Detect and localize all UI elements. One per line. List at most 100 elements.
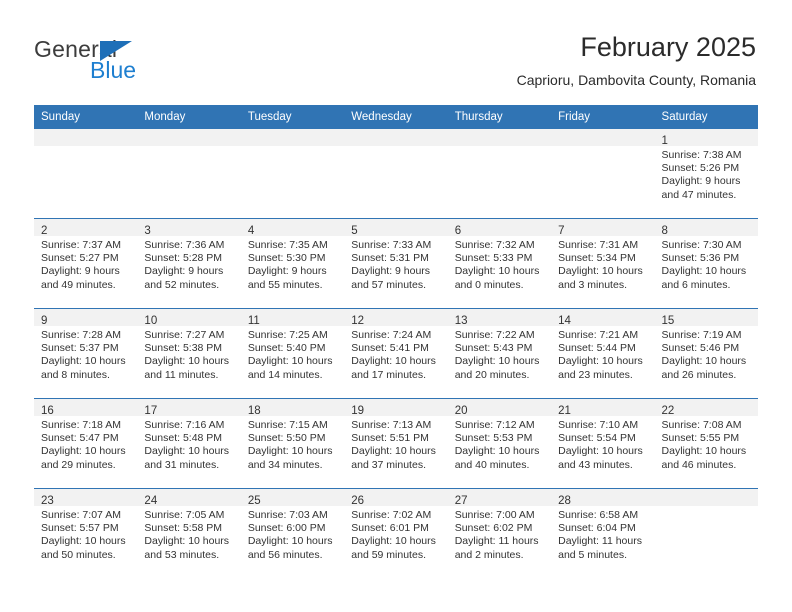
calendar-day-cell[interactable]: 3 Sunrise: 7:36 AM Sunset: 5:28 PM Daylight… [137,218,241,309]
day-cell-inner: 17 Sunrise: 7:16 AM Sunset: 5:48 PM Dayligh… [137,399,241,488]
calendar-day-cell[interactable]: 15 Sunrise: 7:19 AM Sunset: 5:46 PM Dayligh… [654,308,758,399]
daylight-text: Daylight: 10 hours and 23 minutes. [558,355,643,381]
daylight-text: Daylight: 10 hours and 29 minutes. [41,445,126,471]
calendar-day-cell[interactable]: 26 Sunrise: 7:02 AM Sunset: 6:01 PM Dayligh… [344,488,448,578]
day-number-band [551,129,655,146]
sunset-text: Sunset: 5:48 PM [144,432,223,445]
sunrise-text: Sunrise: 7:22 AM [454,329,535,341]
sunset-text: Sunset: 6:04 PM [558,522,636,535]
day-number-band: 14 [551,309,655,327]
day-details: Sunrise: 7:16 AM Sunset: 5:48 PM Daylight:… [137,416,240,472]
daylight-text: Daylight: 11 hours and 2 minutes. [454,535,539,561]
general-blue-logo[interactable]: General Blue [34,36,274,92]
calendar-day-cell[interactable]: 4 Sunrise: 7:35 AM Sunset: 5:30 PM Daylight… [240,218,345,309]
calendar-day-cell[interactable]: 5 Sunrise: 7:33 AM Sunset: 5:31 PM Daylight… [344,218,448,309]
logo-text-blue: Blue [90,57,137,83]
calendar-day-cell[interactable]: 18 Sunrise: 7:15 AM Sunset: 5:50 PM Dayligh… [240,398,345,489]
daylight-text: Daylight: 10 hours and 37 minutes. [351,445,436,471]
day-number-band: 1 [654,129,758,147]
day-number: 22 [661,405,675,417]
day-number: 28 [558,495,571,507]
calendar-day-cell[interactable]: 8 Sunrise: 7:30 AM Sunset: 5:36 PM Daylight… [654,218,758,309]
calendar-day-cell[interactable]: 7 Sunrise: 7:31 AM Sunset: 5:34 PM Daylight… [551,218,655,309]
day-details: Sunrise: 7:18 AM Sunset: 5:47 PM Daylight:… [34,416,137,472]
day-number: 25 [247,495,261,507]
sunrise-text: Sunrise: 7:08 AM [661,419,742,431]
day-number: 6 [454,225,462,237]
daylight-text: Daylight: 10 hours and 3 minutes. [558,265,643,291]
daylight-text: Daylight: 10 hours and 56 minutes. [247,535,333,561]
sunrise-text: Sunrise: 7:07 AM [41,509,121,521]
calendar-table: Sunday Monday Tuesday Wednesday Thursday… [34,105,758,578]
day-number-band [137,129,241,146]
calendar-day-cell[interactable]: 25 Sunrise: 7:03 AM Sunset: 6:00 PM Dayligh… [240,488,345,578]
sunrise-text: Sunrise: 7:13 AM [351,419,432,431]
day-cell-inner: 8 Sunrise: 7:30 AM Sunset: 5:36 PM Daylight… [654,219,758,308]
day-cell-inner: 24 Sunrise: 7:05 AM Sunset: 5:58 PM Dayligh… [137,489,241,578]
day-cell-inner: 28 Sunrise: 6:58 AM Sunset: 6:04 PM Dayligh… [551,489,655,578]
calendar-day-cell-empty [34,129,138,219]
day-details: Sunrise: 7:25 AM Sunset: 5:40 PM Daylight:… [241,326,344,382]
day-number: 26 [351,495,365,507]
day-number-band: 9 [34,309,138,327]
calendar-day-cell[interactable]: 16 Sunrise: 7:18 AM Sunset: 5:47 PM Dayligh… [34,398,138,489]
day-number-band [654,489,758,506]
day-cell-inner: 9 Sunrise: 7:28 AM Sunset: 5:37 PM Daylight… [34,309,138,398]
calendar-day-cell[interactable]: 14 Sunrise: 7:21 AM Sunset: 5:44 PM Dayligh… [551,308,655,399]
sunrise-text: Sunrise: 7:10 AM [558,419,639,431]
day-number-band: 2 [34,219,138,237]
sunrise-text: Sunrise: 7:12 AM [454,419,535,431]
calendar-day-cell[interactable]: 13 Sunrise: 7:22 AM Sunset: 5:43 PM Dayligh… [447,308,552,399]
calendar-day-cell[interactable]: 9 Sunrise: 7:28 AM Sunset: 5:37 PM Daylight… [34,308,138,399]
daylight-text: Daylight: 9 hours and 55 minutes. [247,265,327,291]
calendar-day-cell[interactable]: 24 Sunrise: 7:05 AM Sunset: 5:58 PM Dayligh… [137,488,241,578]
day-number: 18 [247,405,261,417]
calendar-day-cell-empty [654,488,758,578]
calendar-day-cell[interactable]: 1 Sunrise: 7:38 AM Sunset: 5:26 PM Daylight… [654,129,758,219]
sunset-text: Sunset: 5:38 PM [144,342,223,355]
sunset-text: Sunset: 5:27 PM [41,252,119,265]
sunset-text: Sunset: 5:34 PM [558,252,636,265]
day-number: 5 [351,225,358,237]
sunrise-text: Sunrise: 7:18 AM [41,419,121,431]
calendar-day-cell[interactable]: 12 Sunrise: 7:24 AM Sunset: 5:41 PM Dayligh… [344,308,448,399]
calendar-day-cell[interactable]: 23 Sunrise: 7:07 AM Sunset: 5:57 PM Dayligh… [34,488,138,578]
calendar-day-cell[interactable]: 21 Sunrise: 7:10 AM Sunset: 5:54 PM Dayligh… [551,398,655,489]
day-number-band: 26 [344,489,448,507]
sunset-text: Sunset: 6:02 PM [454,522,533,535]
day-cell-inner: 5 Sunrise: 7:33 AM Sunset: 5:31 PM Daylight… [344,219,448,308]
day-cell-inner [34,129,138,218]
calendar-day-cell-empty [344,129,448,219]
sunset-text: Sunset: 5:28 PM [144,252,223,265]
day-cell-inner: 27 Sunrise: 7:00 AM Sunset: 6:02 PM Dayligh… [447,489,552,578]
calendar-day-cell[interactable]: 22 Sunrise: 7:08 AM Sunset: 5:55 PM Dayligh… [654,398,758,489]
sunrise-text: Sunrise: 7:05 AM [144,509,225,521]
day-number: 13 [454,315,468,327]
daylight-text: Daylight: 10 hours and 8 minutes. [41,355,126,381]
calendar-day-cell[interactable]: 28 Sunrise: 6:58 AM Sunset: 6:04 PM Dayligh… [551,488,655,578]
day-number-band [447,129,552,146]
day-number-band: 3 [137,219,241,237]
daylight-text: Daylight: 10 hours and 31 minutes. [144,445,230,471]
sunset-text: Sunset: 5:37 PM [41,342,119,355]
sunset-text: Sunset: 6:00 PM [247,522,326,535]
day-number-band: 24 [137,489,241,507]
calendar-day-cell[interactable]: 19 Sunrise: 7:13 AM Sunset: 5:51 PM Dayligh… [344,398,448,489]
sunrise-text: Sunrise: 7:19 AM [661,329,742,341]
daylight-text: Daylight: 10 hours and 26 minutes. [661,355,747,381]
calendar-day-cell[interactable]: 2 Sunrise: 7:37 AM Sunset: 5:27 PM Daylight… [34,218,138,309]
sunrise-text: Sunrise: 7:36 AM [144,239,225,251]
day-number-band: 7 [551,219,655,237]
calendar-day-cell[interactable]: 27 Sunrise: 7:00 AM Sunset: 6:02 PM Dayligh… [447,488,552,578]
calendar-day-cell[interactable]: 10 Sunrise: 7:27 AM Sunset: 5:38 PM Dayligh… [137,308,241,399]
day-number-band: 21 [551,399,655,417]
calendar-day-cell[interactable]: 6 Sunrise: 7:32 AM Sunset: 5:33 PM Daylight… [447,218,552,309]
sunset-text: Sunset: 5:57 PM [41,522,119,535]
calendar-page: General Blue February 2025 Caprioru, Dam… [0,0,792,612]
sunset-text: Sunset: 5:26 PM [661,162,740,175]
calendar-day-cell[interactable]: 20 Sunrise: 7:12 AM Sunset: 5:53 PM Dayligh… [447,398,552,489]
calendar-day-cell[interactable]: 11 Sunrise: 7:25 AM Sunset: 5:40 PM Dayligh… [240,308,345,399]
calendar-day-cell[interactable]: 17 Sunrise: 7:16 AM Sunset: 5:48 PM Dayligh… [137,398,241,489]
day-number-band [34,129,138,146]
daylight-text: Daylight: 10 hours and 34 minutes. [247,445,333,471]
